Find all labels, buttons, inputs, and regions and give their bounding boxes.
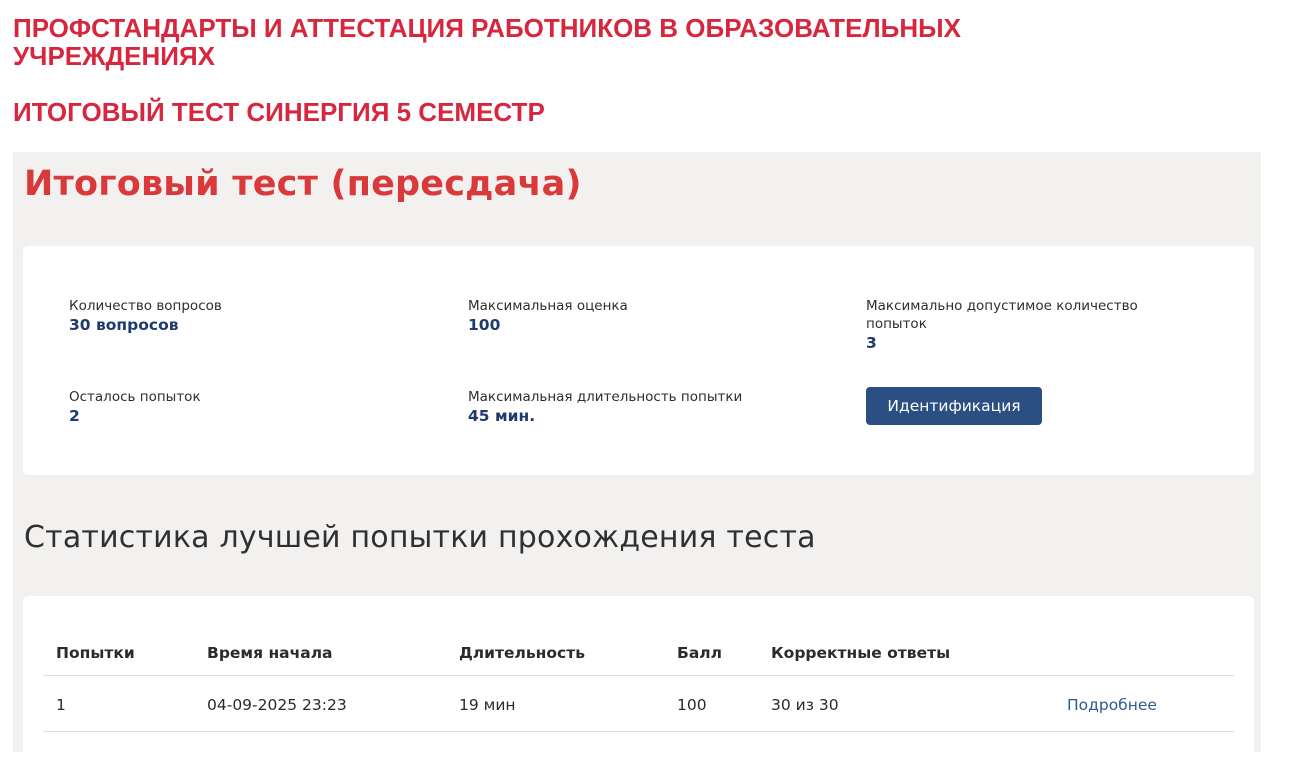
page-title: Итоговый тест (пересдача) [24,164,582,204]
score-cell: 100 [677,696,707,714]
column-header-score: Балл [677,644,722,662]
start-time-cell: 04-09-2025 23:23 [207,696,347,714]
remaining-attempts-value: 2 [69,407,80,425]
identification-button[interactable]: Идентификация [866,387,1042,425]
max-grade-label: Максимальная оценка [468,298,628,314]
max-attempts-label: Максимально допустимое количество попыто… [866,298,1138,332]
document-heading: ПРОФСТАНДАРТЫ И АТТЕСТАЦИЯ РАБОТНИКОВ В … [13,13,961,71]
column-header-correct-answers: Корректные ответы [771,644,951,662]
table-row: 1 04-09-2025 23:23 19 мин 100 30 из 30 П… [43,676,1234,732]
max-grade-item: Максимальная оценка 100 [468,297,628,336]
details-link[interactable]: Подробнее [1067,696,1157,714]
max-duration-value: 45 мин. [468,407,536,425]
stats-title: Статистика лучшей попытки прохождения те… [24,520,816,555]
remaining-attempts-item: Осталось попыток 2 [69,388,201,427]
column-header-attempts: Попытки [56,644,135,662]
document-subheading: ИТОГОВЫЙ ТЕСТ СИНЕРГИЯ 5 СЕМЕСТР [13,97,545,127]
max-duration-item: Максимальная длительность попытки 45 мин… [468,388,742,427]
table-header-row: Попытки Время начала Длительность Балл К… [43,640,1234,676]
test-panel: Итоговый тест (пересдача) Количество воп… [13,152,1261,766]
max-grade-value: 100 [468,316,501,334]
question-count-item: Количество вопросов 30 вопросов [69,297,222,336]
max-attempts-item: Максимально допустимое количество попыто… [866,297,1186,354]
attempt-number-cell: 1 [56,696,66,714]
column-header-duration: Длительность [459,644,585,662]
max-attempts-value: 3 [866,334,877,352]
stats-card: Попытки Время начала Длительность Балл К… [23,596,1254,766]
attempts-table: Попытки Время начала Длительность Балл К… [43,640,1234,732]
question-count-label: Количество вопросов [69,298,222,314]
test-info-card: Количество вопросов 30 вопросов Максимал… [23,246,1254,475]
remaining-attempts-label: Осталось попыток [69,389,201,405]
correct-answers-cell: 30 из 30 [771,696,839,714]
max-duration-label: Максимальная длительность попытки [468,389,743,405]
column-header-start-time: Время начала [207,644,333,662]
question-count-value: 30 вопросов [69,316,179,334]
duration-cell: 19 мин [459,696,516,714]
